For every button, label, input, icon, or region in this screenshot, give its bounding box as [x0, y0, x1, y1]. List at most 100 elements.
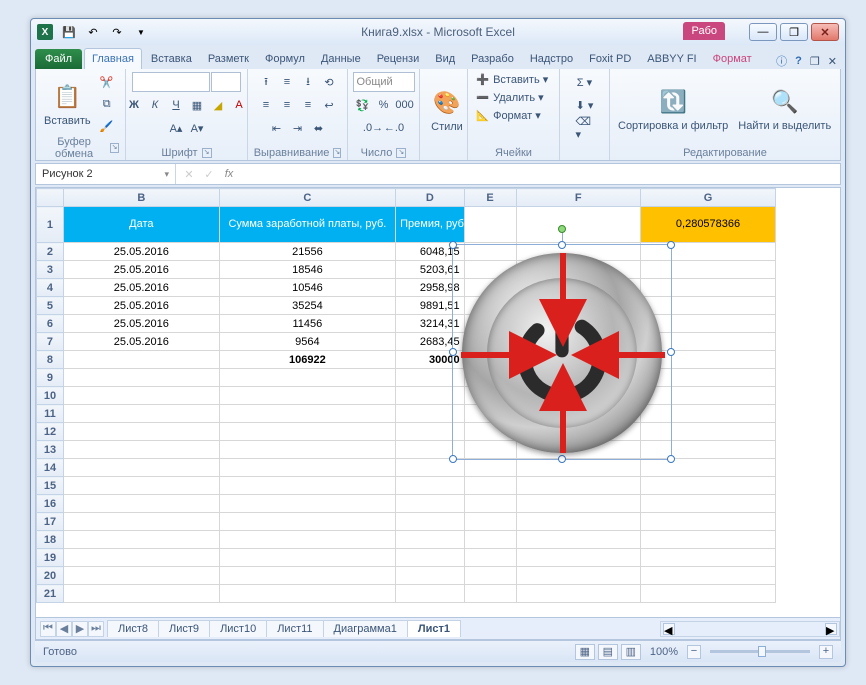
cell-E19[interactable]	[464, 549, 516, 567]
view-page-layout-button[interactable]: ▤	[598, 644, 618, 660]
maximize-button[interactable]: ❐	[780, 23, 808, 41]
cell-F19[interactable]	[516, 549, 641, 567]
enter-formula-icon[interactable]: ✓	[200, 165, 218, 183]
formula-input[interactable]	[242, 164, 840, 184]
cell-B19[interactable]	[63, 549, 219, 567]
tab-data[interactable]: Данные	[314, 49, 368, 69]
alignment-dialog-launcher[interactable]: ↘	[333, 148, 341, 158]
zoom-level[interactable]: 100%	[650, 646, 678, 658]
cell-C8[interactable]: 106922	[219, 351, 395, 369]
row-header-2[interactable]: 2	[37, 243, 64, 261]
row-header-21[interactable]: 21	[37, 585, 64, 603]
orientation-button[interactable]: ⟲	[319, 72, 339, 92]
cell-B10[interactable]	[63, 387, 219, 405]
row-header-14[interactable]: 14	[37, 459, 64, 477]
row-header-15[interactable]: 15	[37, 477, 64, 495]
cell-C21[interactable]	[219, 585, 395, 603]
tab-view[interactable]: Вид	[428, 49, 462, 69]
row-header-18[interactable]: 18	[37, 531, 64, 549]
doc-close-icon[interactable]: ✕	[828, 55, 837, 68]
fx-icon[interactable]: fx	[220, 165, 238, 183]
format-painter-button[interactable]: 🖌️	[97, 116, 117, 136]
grow-font-button[interactable]: A▴	[166, 118, 186, 138]
picture-selection-frame[interactable]	[452, 244, 672, 460]
sheet-tab-Лист10[interactable]: Лист10	[209, 620, 267, 637]
cell-E18[interactable]	[464, 531, 516, 549]
tab-nav-first[interactable]: ⏮	[40, 621, 56, 637]
number-dialog-launcher[interactable]: ↘	[396, 148, 406, 158]
cell-C2[interactable]: 21556	[219, 243, 395, 261]
resize-handle-t[interactable]	[558, 241, 566, 249]
row-header-6[interactable]: 6	[37, 315, 64, 333]
col-header-F[interactable]: F	[516, 189, 641, 207]
cells-format-button[interactable]: 📐 Формат ▾	[474, 108, 553, 123]
cell-F15[interactable]	[516, 477, 641, 495]
cell-B3[interactable]: 25.05.2016	[63, 261, 219, 279]
cell-E14[interactable]	[464, 459, 516, 477]
tab-developer[interactable]: Разрабо	[464, 49, 521, 69]
align-right-button[interactable]: ≡	[298, 95, 318, 115]
row-header-5[interactable]: 5	[37, 297, 64, 315]
cell-F14[interactable]	[516, 459, 641, 477]
name-box[interactable]: Рисунок 2	[36, 164, 176, 184]
font-name-combo[interactable]	[132, 72, 210, 92]
align-bottom-button[interactable]: ⭳	[298, 72, 318, 92]
cell-E1[interactable]	[464, 207, 516, 243]
cell-G15[interactable]	[641, 477, 776, 495]
help-icon[interactable]: ?	[795, 55, 802, 67]
row-header-7[interactable]: 7	[37, 333, 64, 351]
tab-nav-prev[interactable]: ◀	[56, 621, 72, 637]
cell-C20[interactable]	[219, 567, 395, 585]
cell-C1[interactable]: Сумма заработной платы, руб.	[219, 207, 395, 243]
cell-E16[interactable]	[464, 495, 516, 513]
align-middle-button[interactable]: ≡	[277, 72, 297, 92]
cell-F20[interactable]	[516, 567, 641, 585]
cell-F1[interactable]	[516, 207, 641, 243]
cell-F21[interactable]	[516, 585, 641, 603]
row-header-3[interactable]: 3	[37, 261, 64, 279]
cell-C6[interactable]: 11456	[219, 315, 395, 333]
autosum-button[interactable]: Σ ▾	[575, 72, 595, 92]
view-page-break-button[interactable]: ▥	[621, 644, 641, 660]
cell-C15[interactable]	[219, 477, 395, 495]
resize-handle-br[interactable]	[667, 455, 675, 463]
row-header-10[interactable]: 10	[37, 387, 64, 405]
tab-nav-next[interactable]: ▶	[72, 621, 88, 637]
cell-D21[interactable]	[396, 585, 465, 603]
sheet-tab-Диаграмма1[interactable]: Диаграмма1	[323, 620, 408, 637]
row-header-13[interactable]: 13	[37, 441, 64, 459]
cell-D16[interactable]	[396, 495, 465, 513]
cell-F16[interactable]	[516, 495, 641, 513]
cell-C5[interactable]: 35254	[219, 297, 395, 315]
cell-G17[interactable]	[641, 513, 776, 531]
sheet-tab-Лист8[interactable]: Лист8	[107, 620, 159, 637]
cell-B9[interactable]	[63, 369, 219, 387]
qat-customize[interactable]: ▼	[131, 22, 151, 42]
cell-B18[interactable]	[63, 531, 219, 549]
zoom-out-button[interactable]: −	[687, 645, 701, 659]
cell-C3[interactable]: 18546	[219, 261, 395, 279]
find-select-button[interactable]: 🔍 Найти и выделить	[736, 84, 833, 134]
cell-B2[interactable]: 25.05.2016	[63, 243, 219, 261]
clear-button[interactable]: ⌫ ▾	[575, 118, 595, 138]
cell-B17[interactable]	[63, 513, 219, 531]
cell-C16[interactable]	[219, 495, 395, 513]
row-header-16[interactable]: 16	[37, 495, 64, 513]
tab-file[interactable]: Файл	[35, 49, 82, 69]
cell-E15[interactable]	[464, 477, 516, 495]
cell-B21[interactable]	[63, 585, 219, 603]
shrink-font-button[interactable]: A▾	[187, 118, 207, 138]
cell-C7[interactable]: 9564	[219, 333, 395, 351]
decrease-indent-button[interactable]: ⇤	[267, 118, 287, 138]
cell-C10[interactable]	[219, 387, 395, 405]
cell-B4[interactable]: 25.05.2016	[63, 279, 219, 297]
grid-scroll[interactable]: BCDEFG1ДатаСумма заработной платы, руб.П…	[36, 188, 840, 617]
italic-button[interactable]: К	[145, 95, 165, 115]
cancel-formula-icon[interactable]: ✕	[180, 165, 198, 183]
tab-nav-last[interactable]: ⏭	[88, 621, 104, 637]
cell-C4[interactable]: 10546	[219, 279, 395, 297]
cell-E21[interactable]	[464, 585, 516, 603]
row-header-8[interactable]: 8	[37, 351, 64, 369]
cell-G21[interactable]	[641, 585, 776, 603]
cell-C11[interactable]	[219, 405, 395, 423]
